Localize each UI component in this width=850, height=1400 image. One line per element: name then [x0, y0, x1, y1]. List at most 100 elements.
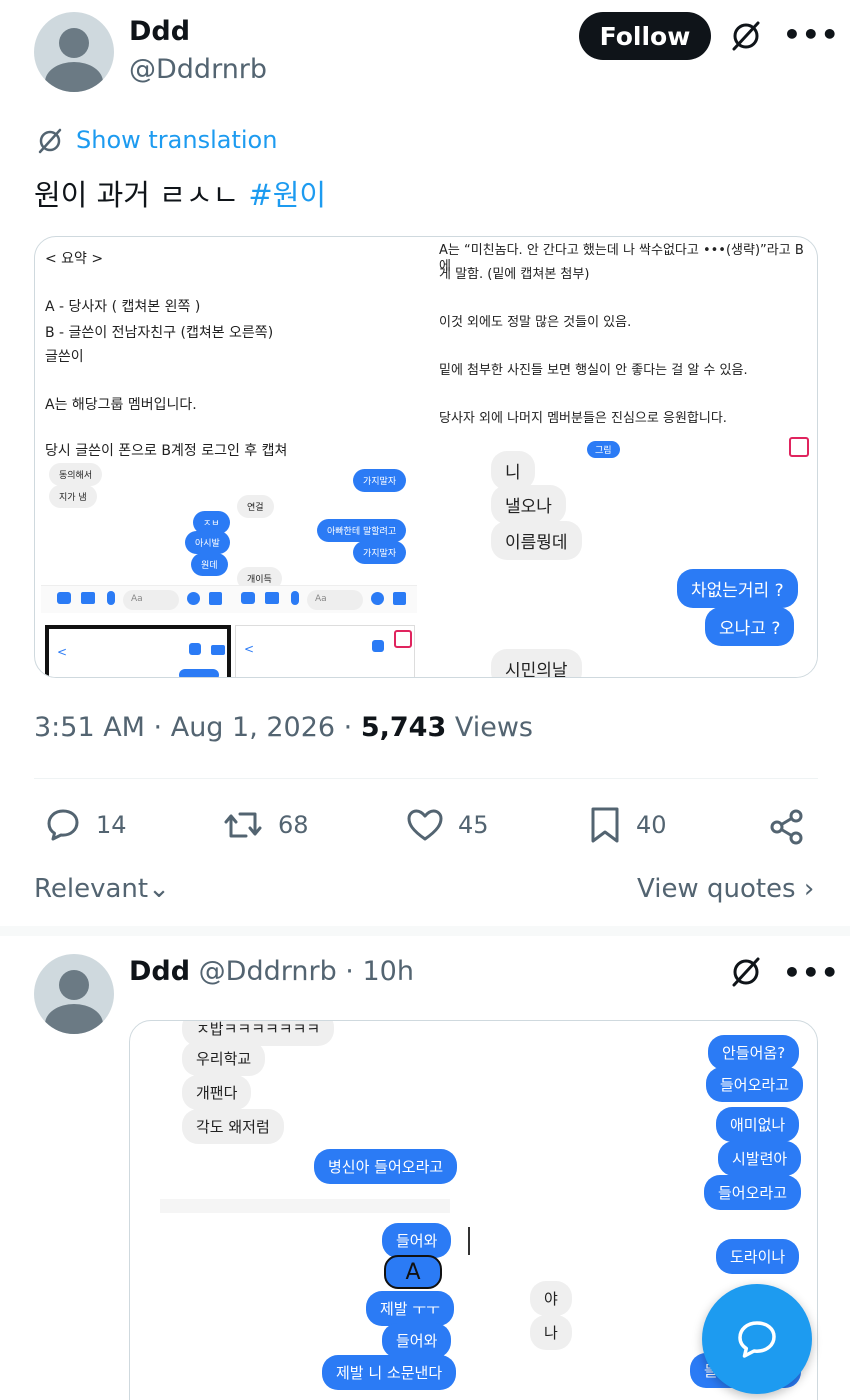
divider	[34, 778, 818, 779]
grok-icon[interactable]	[728, 18, 764, 58]
chat-bubble: 각도 왜저럼	[182, 1109, 284, 1144]
chat-bubble	[179, 669, 219, 677]
sort-dropdown[interactable]: Relevant⌄	[34, 874, 170, 904]
retweet-icon	[224, 812, 262, 838]
back-icon: <	[57, 645, 68, 659]
tweet-meta: 3:51 AM · Aug 1, 2026 · 5,743 Views	[34, 712, 533, 743]
mic-icon	[291, 591, 299, 605]
chat-screenshot-right: 그림 니 낼오나 이름뭥데 차없는거리 ? 오나고 ? 시민의날	[455, 437, 817, 677]
chat-bubble: 시민의날	[491, 649, 582, 677]
follow-button[interactable]: Follow	[579, 12, 711, 60]
author-avatar[interactable]	[34, 12, 114, 92]
chat-bubble: 들어오라고	[704, 1175, 802, 1210]
bookmark-button[interactable]: 40	[588, 806, 667, 844]
chat-bubble: 야	[530, 1281, 572, 1316]
like-count: 45	[458, 811, 489, 839]
camera-icon	[57, 592, 71, 604]
chat-bubble: 연걸	[237, 495, 274, 518]
doc-line: A - 당사자 ( 캡쳐본 왼쪽 )	[45, 299, 201, 315]
grok-icon[interactable]	[728, 954, 764, 994]
annotation-label: A	[405, 1259, 421, 1285]
chat-bubble: 들어오라고	[706, 1067, 804, 1102]
share-icon[interactable]	[768, 808, 806, 850]
chat-bubble: 아시발	[185, 531, 230, 554]
author-name[interactable]: Ddd	[129, 16, 190, 47]
chat-bubble: 애미없나	[716, 1107, 800, 1142]
more-options-icon[interactable]: •••	[783, 956, 840, 989]
message-input: Aa	[307, 590, 363, 610]
chat-bubble: 들어와	[382, 1323, 452, 1358]
compose-reply-button[interactable]	[702, 1284, 812, 1394]
image-icon	[265, 592, 279, 604]
reply-button[interactable]: 14	[44, 806, 127, 844]
like-button[interactable]: 45	[406, 806, 489, 844]
show-translation-link[interactable]: Show translation	[76, 126, 277, 154]
chat-bubble: 나	[530, 1315, 572, 1350]
more-options-icon[interactable]: •••	[783, 18, 840, 51]
chat-bubble: 차없는거리 ?	[677, 569, 798, 608]
chat-bubble: 시발련아	[718, 1141, 802, 1176]
chat-bubble: 원데	[191, 553, 228, 576]
timestamp[interactable]: 3:51 AM · Aug 1, 2026 ·	[34, 712, 361, 743]
reply-author-name[interactable]: Ddd	[129, 956, 190, 987]
chat-bubble: 우리학교	[182, 1041, 266, 1076]
image-icon	[81, 592, 95, 604]
section-separator	[0, 926, 850, 936]
translate-icon	[35, 126, 65, 160]
views-count: 5,743	[360, 712, 447, 743]
mic-icon	[107, 591, 115, 605]
heart-icon	[407, 809, 443, 841]
reply-icon	[47, 809, 79, 841]
message-input: Aa	[123, 590, 179, 610]
emoji-icon	[187, 592, 200, 605]
chat-bubble: 아빠한테 말할려고	[317, 519, 407, 542]
search-icon	[394, 630, 412, 648]
chat-bubble: 가지말자	[353, 469, 407, 492]
back-icon: <	[244, 642, 255, 656]
doc-line: 글쓴이	[45, 349, 84, 365]
summary-document-right: A는 “미친놈다. 안 간다고 했는데 나 싹수없다고 •••(생략)”라고 B…	[439, 243, 815, 443]
reply-count: 14	[96, 811, 127, 839]
bookmark-count: 40	[636, 811, 667, 839]
doc-line: 당시 글쓴이 폰으로 B계정 로그인 후 캡쳐	[45, 443, 288, 457]
phone-screenshot-light: <	[235, 625, 415, 677]
doc-line: A는 해당그룹 멤버입니다.	[45, 397, 197, 413]
sort-label: Relevant	[34, 874, 149, 904]
reply-author-handle[interactable]: @Dddrnrb	[199, 956, 337, 987]
chat-screenshot-left: 동의해서 지가 냄 가지말자 ㅈㅂ 아시발 원데 연걸 아빠한테 말할려고 가지…	[41, 459, 417, 677]
phone-screenshot-dark: <	[45, 625, 231, 677]
bookmark-icon	[591, 807, 619, 843]
tweet-text: 원이 과거 ㄹㅅㄴ #원이	[34, 172, 326, 214]
reply-time[interactable]: · 10h	[337, 956, 414, 987]
reply-bubble-icon	[738, 1321, 776, 1358]
chevron-down-icon: ⌄	[148, 874, 170, 904]
thumbs-up-icon	[393, 592, 406, 605]
chat-bubble: 제발 ㅜㅜ	[366, 1291, 454, 1326]
chat-bubble: 도라이나	[716, 1239, 800, 1274]
chat-bubble: 그림	[587, 441, 620, 458]
call-icon	[372, 640, 384, 652]
chat-bubble: A	[384, 1255, 442, 1289]
chat-bubble: 오나고 ?	[705, 607, 795, 646]
hashtag-link[interactable]: #원이	[248, 178, 326, 212]
views-label: Views	[446, 712, 533, 743]
view-quotes-link[interactable]: View quotes ›	[637, 874, 814, 904]
chat-bubble: 들어와	[382, 1223, 452, 1258]
chat-bubble: 병신아 들어오라고	[314, 1149, 458, 1184]
doc-line: 이것 외에도 정말 많은 것들이 있음.	[439, 315, 632, 330]
emoji-icon	[371, 592, 384, 605]
chevron-right-icon: ›	[803, 874, 815, 904]
doc-line: < 요약 >	[45, 251, 104, 267]
video-icon	[211, 645, 225, 655]
chat-bubble: 이름뭥데	[491, 521, 582, 560]
tweet-media[interactable]: < 요약 > A - 당사자 ( 캡쳐본 왼쪽 ) B - 글쓴이 전남자친구 …	[34, 236, 818, 678]
author-handle[interactable]: @Dddrnrb	[129, 54, 267, 85]
chat-bubble: 지가 냄	[49, 485, 97, 508]
retweet-button[interactable]: 68	[222, 806, 309, 844]
thumbs-up-icon	[209, 592, 222, 605]
doc-line: 게 말함. (밑에 캡쳐본 첨부)	[439, 267, 590, 282]
doc-line: B - 글쓴이 전남자친구 (캡쳐본 오른쪽)	[45, 325, 274, 341]
chat-bubble: 안들어옴?	[708, 1035, 800, 1070]
screenshot-seam	[160, 1199, 450, 1213]
reply-author-avatar[interactable]	[34, 954, 114, 1034]
